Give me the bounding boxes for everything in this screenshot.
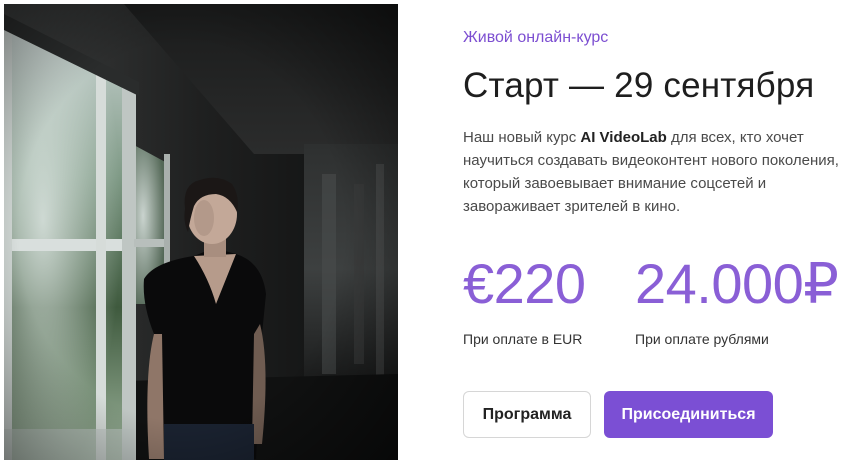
price-rub-value: 24.000₽ — [635, 252, 839, 315]
page-title: Старт — 29 сентября — [463, 66, 815, 105]
course-name-highlight: AI VideoLab — [580, 129, 667, 146]
join-button[interactable]: Присоединиться — [604, 391, 773, 438]
price-eur-value: €220 — [463, 252, 586, 315]
hero-photo-illustration — [4, 4, 398, 460]
price-eur: €220 При оплате в EUR — [463, 252, 586, 347]
course-type-label: Живой онлайн-курс — [463, 29, 609, 46]
description-text-start: Наш новый курс — [463, 129, 581, 146]
hero-photo — [4, 4, 398, 460]
program-button[interactable]: Программа — [463, 391, 591, 438]
price-rub: 24.000₽ При оплате рублями — [635, 252, 839, 347]
price-rub-caption: При оплате рублями — [635, 331, 769, 347]
course-description: Наш новый курс AI VideoLab для всех, кто… — [463, 126, 843, 218]
price-eur-caption: При оплате в EUR — [463, 331, 583, 347]
course-promo-section: Живой онлайн-курс Старт — 29 сентября На… — [0, 0, 864, 460]
